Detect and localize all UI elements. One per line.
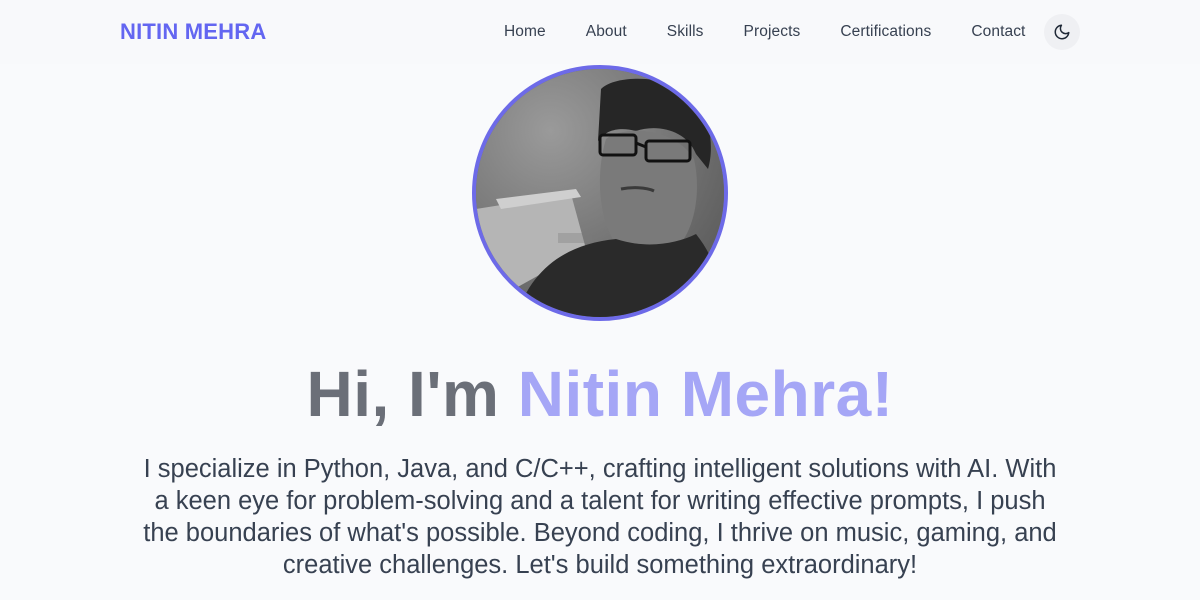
nav-about[interactable]: About: [586, 23, 627, 41]
hero-title: Hi, I'm Nitin Mehra!: [0, 358, 1200, 430]
profile-avatar: [472, 65, 728, 321]
nav-skills[interactable]: Skills: [667, 23, 704, 41]
hero-description: I specialize in Python, Java, and C/C++,…: [143, 455, 1057, 579]
hero-greeting: Hi, I'm: [306, 358, 500, 430]
moon-icon: [1054, 24, 1070, 40]
profile-photo: [476, 69, 724, 317]
nav-projects[interactable]: Projects: [744, 23, 801, 41]
site-header: NITIN MEHRA Home About Skills Projects C…: [0, 0, 1200, 64]
nav-contact[interactable]: Contact: [971, 23, 1025, 41]
hero-name: Nitin Mehra!: [517, 358, 894, 430]
theme-toggle-button[interactable]: [1044, 14, 1080, 50]
nav-certifications[interactable]: Certifications: [840, 23, 931, 41]
main-nav: Home About Skills Projects Certification…: [504, 22, 1025, 42]
brand-logo[interactable]: NITIN MEHRA: [120, 19, 266, 45]
nav-home[interactable]: Home: [504, 23, 546, 41]
